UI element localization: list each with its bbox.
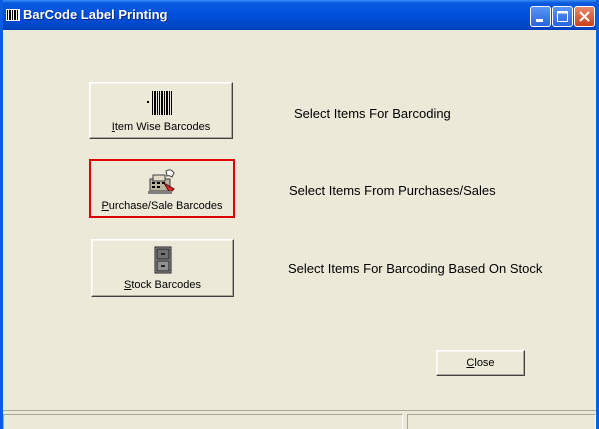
maximize-button[interactable] — [552, 6, 573, 27]
purchase-sale-description: Select Items From Purchases/Sales — [289, 183, 496, 198]
stock-barcodes-label: Stock Barcodes — [123, 279, 202, 291]
purchase-sale-barcodes-button[interactable]: Purchase/Sale Barcodes — [89, 159, 235, 218]
close-icon — [579, 11, 590, 22]
close-window-button[interactable] — [574, 6, 595, 27]
cash-register-icon — [148, 169, 175, 194]
close-button[interactable]: Close — [436, 350, 525, 376]
status-panel-main — [3, 414, 403, 429]
minimize-icon — [536, 19, 543, 22]
item-wise-barcodes-label: Item Wise Barcodes — [111, 121, 211, 133]
item-wise-description: Select Items For Barcoding — [294, 106, 451, 121]
file-cabinet-icon — [154, 246, 171, 274]
purchase-sale-barcodes-label: Purchase/Sale Barcodes — [101, 200, 223, 212]
stock-description: Select Items For Barcoding Based On Stoc… — [288, 261, 543, 276]
window-title: BarCode Label Printing — [23, 7, 168, 22]
title-bar[interactable]: BarCode Label Printing — [3, 0, 596, 30]
status-bar — [3, 410, 596, 429]
maximize-icon — [557, 11, 568, 22]
barcode-label-printing-window: BarCode Label Printing Item Wise Barcode… — [0, 0, 599, 429]
barcode-icon — [147, 91, 172, 115]
item-wise-barcodes-button[interactable]: Item Wise Barcodes — [89, 82, 233, 139]
barcode-icon — [6, 9, 20, 21]
minimize-button[interactable] — [530, 6, 551, 27]
stock-barcodes-button[interactable]: Stock Barcodes — [91, 239, 234, 297]
status-panel-secondary — [407, 414, 596, 429]
close-button-label: Close — [466, 357, 495, 369]
